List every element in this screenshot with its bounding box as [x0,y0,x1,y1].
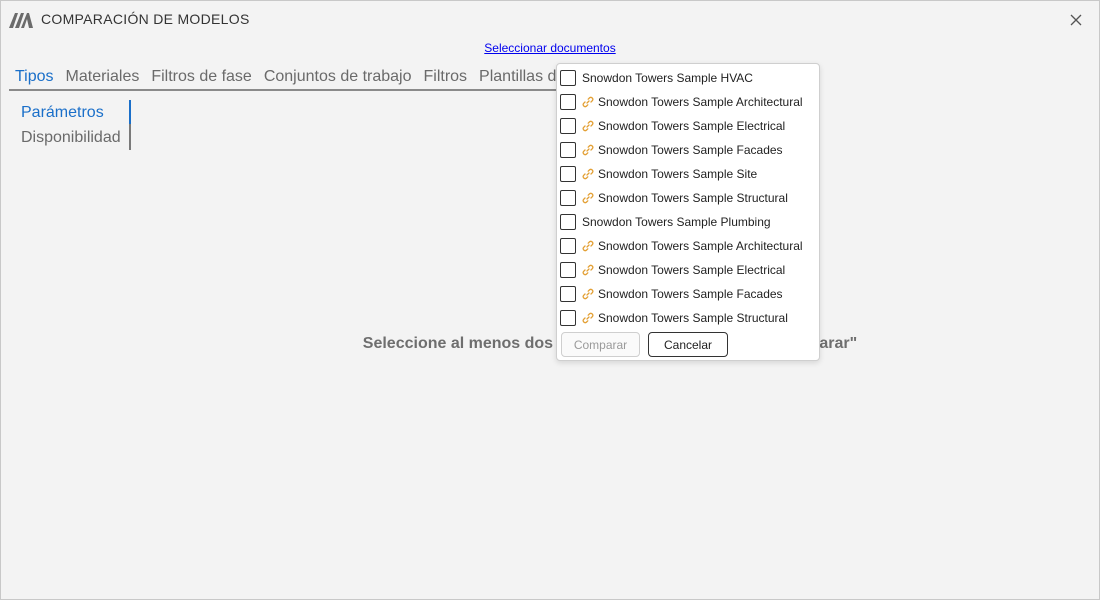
document-checkbox[interactable] [560,166,576,182]
document-label: Snowdon Towers Sample Structural [598,311,788,325]
document-checkbox[interactable] [560,94,576,110]
document-label: Snowdon Towers Sample Electrical [598,263,786,277]
title-bar: COMPARACIÓN DE MODELOS [1,1,1099,37]
tab-materials[interactable]: Materiales [60,67,146,89]
document-checkbox[interactable] [560,238,576,254]
document-checkbox[interactable] [560,286,576,302]
link-icon [582,144,594,156]
document-label: Snowdon Towers Sample Site [598,167,758,181]
document-checkbox[interactable] [560,190,576,206]
subtab-list: Parámetros Disponibilidad [21,100,131,150]
document-item[interactable]: Snowdon Towers Sample Site [560,162,803,186]
document-item[interactable]: Snowdon Towers Sample Structural [560,306,803,330]
document-item[interactable]: Snowdon Towers Sample Facades [560,282,803,306]
link-icon [582,240,594,252]
subtab-parameters[interactable]: Parámetros [21,100,121,125]
document-label: Snowdon Towers Sample Electrical [598,119,786,133]
popup-button-row: Comparar Cancelar [561,332,728,357]
document-label: Snowdon Towers Sample Plumbing [582,215,771,229]
tab-phase-filters[interactable]: Filtros de fase [145,67,257,89]
document-checkbox[interactable] [560,70,576,86]
select-documents-row: Seleccionar documentos [1,41,1099,55]
model-comparison-window: COMPARACIÓN DE MODELOS Seleccionar docum… [0,0,1100,600]
link-icon [582,312,594,324]
link-icon [582,96,594,108]
empty-state-message: Seleccione al menos dos documentos y hag… [362,335,857,352]
cancel-button[interactable]: Cancelar [648,332,728,357]
document-label: Snowdon Towers Sample HVAC [582,71,753,85]
tab-worksets[interactable]: Conjuntos de trabajo [258,67,418,89]
select-documents-link[interactable]: Seleccionar documentos [484,41,615,55]
document-item[interactable]: Snowdon Towers Sample HVAC [560,66,803,90]
document-item[interactable]: Snowdon Towers Sample Architectural [560,90,803,114]
compare-button[interactable]: Comparar [561,332,640,357]
document-item[interactable]: Snowdon Towers Sample Plumbing [560,210,803,234]
close-button[interactable] [1065,9,1087,31]
tab-types[interactable]: Tipos [9,67,60,89]
document-label: Snowdon Towers Sample Facades [598,287,783,301]
tab-filters[interactable]: Filtros [417,67,473,89]
document-list: Snowdon Towers Sample HVAC Snowdon Towers… [560,66,803,330]
document-item[interactable]: Snowdon Towers Sample Structural [560,186,803,210]
logo-icon [9,13,33,28]
document-item[interactable]: Snowdon Towers Sample Electrical [560,258,803,282]
link-icon [582,120,594,132]
document-checkbox[interactable] [560,214,576,230]
document-item[interactable]: Snowdon Towers Sample Architectural [560,234,803,258]
subtab-availability[interactable]: Disponibilidad [21,125,121,150]
document-item[interactable]: Snowdon Towers Sample Electrical [560,114,803,138]
link-icon [582,192,594,204]
link-icon [582,288,594,300]
document-checkbox[interactable] [560,262,576,278]
tab-templates[interactable]: Plantillas de [473,67,569,89]
link-icon [582,168,594,180]
document-label: Snowdon Towers Sample Facades [598,143,783,157]
document-label: Snowdon Towers Sample Architectural [598,95,803,109]
document-label: Snowdon Towers Sample Architectural [598,239,803,253]
link-icon [582,264,594,276]
document-item[interactable]: Snowdon Towers Sample Facades [560,138,803,162]
close-icon [1070,14,1082,26]
document-label: Snowdon Towers Sample Structural [598,191,788,205]
subtab-active-indicator [128,100,131,124]
window-title: COMPARACIÓN DE MODELOS [41,11,250,27]
tab-bar: Tipos Materiales Filtros de fase Conjunt… [9,67,569,91]
document-picker-popup: Snowdon Towers Sample HVAC Snowdon Towers… [556,63,820,361]
document-checkbox[interactable] [560,118,576,134]
document-checkbox[interactable] [560,310,576,326]
document-checkbox[interactable] [560,142,576,158]
